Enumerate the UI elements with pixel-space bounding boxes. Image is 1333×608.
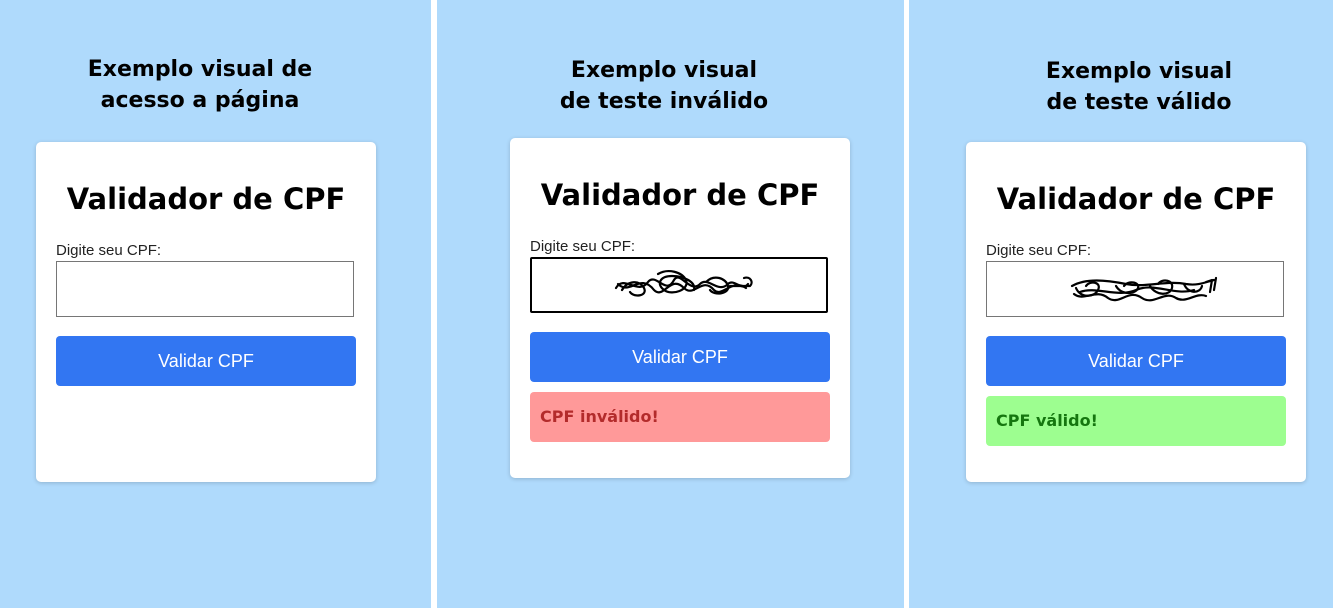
panel-caption: Exemplo visual de teste inválido xyxy=(514,55,814,117)
panel-valid-test: Exemplo visual de teste válido Validador… xyxy=(909,0,1333,608)
cpf-field-label: Digite seu CPF: xyxy=(56,242,162,259)
result-message-valid: CPF válido! xyxy=(986,396,1286,446)
result-message-invalid: CPF inválido! xyxy=(530,392,830,442)
caption-line-1: Exemplo visual xyxy=(570,58,758,83)
caption-line-2: de teste válido xyxy=(1046,90,1232,115)
caption-line-1: Exemplo visual de xyxy=(87,57,313,82)
panel-caption: Exemplo visual de teste válido xyxy=(989,56,1289,118)
card-title: Validador de CPF xyxy=(66,182,346,216)
caption-line-2: de teste inválido xyxy=(559,89,769,114)
card-title: Validador de CPF xyxy=(996,182,1276,216)
validate-cpf-button[interactable]: Validar CPF xyxy=(530,332,830,382)
cpf-validator-card: Validador de CPF Digite seu CPF: Validar… xyxy=(510,138,850,478)
panel-page-access: Exemplo visual de acesso a página Valida… xyxy=(0,0,431,608)
panel-invalid-test: Exemplo visual de teste inválido Validad… xyxy=(437,0,904,608)
validate-cpf-button[interactable]: Validar CPF xyxy=(986,336,1286,386)
cpf-field-label: Digite seu CPF: xyxy=(530,238,636,255)
caption-line-1: Exemplo visual xyxy=(1045,59,1233,84)
cpf-input[interactable] xyxy=(986,261,1284,317)
cpf-input[interactable] xyxy=(56,261,354,317)
card-title: Validador de CPF xyxy=(540,178,820,212)
cpf-validator-card: Validador de CPF Digite seu CPF: Validar… xyxy=(36,142,376,482)
cpf-field-label: Digite seu CPF: xyxy=(986,242,1092,259)
validate-cpf-button[interactable]: Validar CPF xyxy=(56,336,356,386)
panel-caption: Exemplo visual de acesso a página xyxy=(50,54,350,116)
cpf-input[interactable] xyxy=(530,257,828,313)
cpf-validator-card: Validador de CPF Digite seu CPF: Validar… xyxy=(966,142,1306,482)
caption-line-2: acesso a página xyxy=(100,88,300,113)
